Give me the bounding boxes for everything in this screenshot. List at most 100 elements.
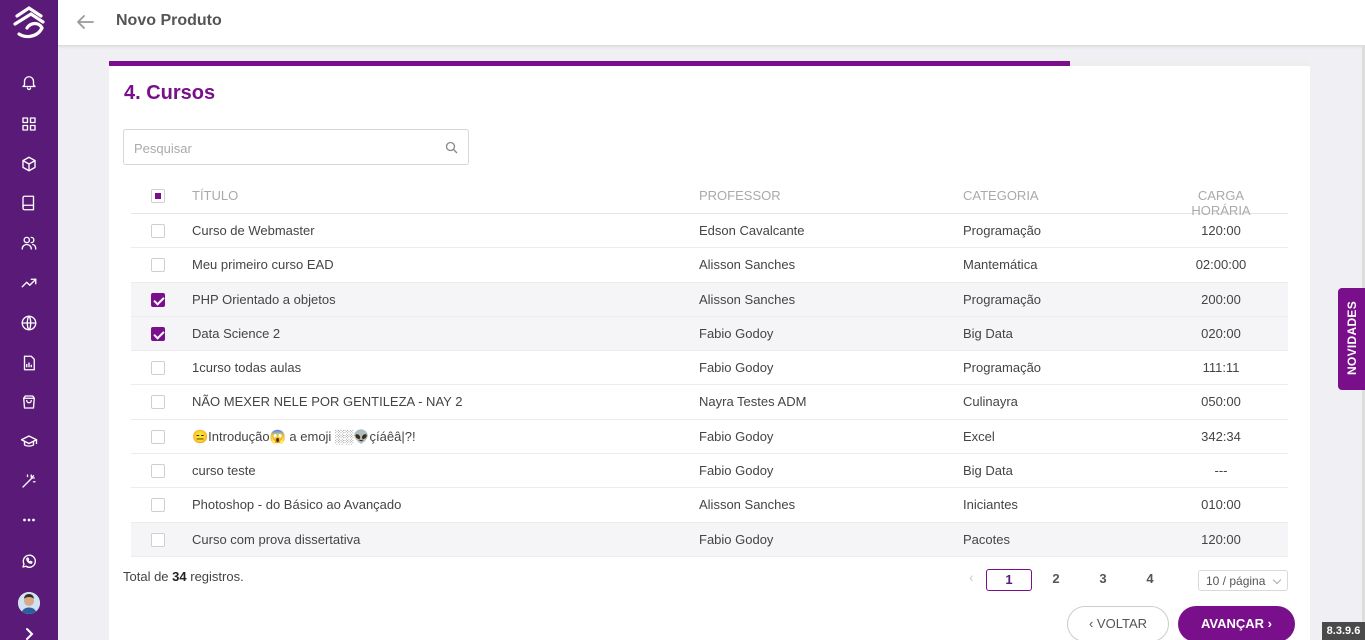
novidades-label: NOVIDADES [1345,300,1359,376]
shopping-bag-icon[interactable] [17,390,41,414]
cell-professor: Fabio Godoy [699,531,774,547]
pagination-prev-icon[interactable]: ‹ [969,569,983,589]
cell-title: Meu primeiro curso EAD [192,257,334,273]
row-checkbox[interactable] [151,258,165,273]
graduation-cap-icon[interactable] [17,430,41,454]
cell-title: Curso de Webmaster [192,223,315,238]
table-row[interactable]: curso teste Fabio Godoy Big Data --- [131,454,1288,489]
cell-title: NÃO MEXER NELE POR GENTILEZA - NAY 2 [192,394,463,410]
table-row[interactable]: Data Science 2 Fabio Godoy Big Data 020:00 [131,316,1288,352]
total-count: 34 [172,569,187,584]
chevron-right-icon: › [1264,616,1273,631]
pagination-page-3[interactable]: 3 [1080,569,1126,591]
row-checkbox[interactable] [151,224,165,238]
section-title: 4. Cursos [124,82,216,104]
trending-icon[interactable] [17,271,41,295]
row-checkbox[interactable] [151,532,165,547]
cell-title: 1curso todas aulas [192,360,302,376]
page-size-select[interactable]: 10 / página [1198,570,1288,591]
cell-category: Excel [963,428,995,444]
back-button[interactable]: ‹ VOLTAR [1067,606,1169,640]
cell-category: Programação [963,291,1042,307]
table-row[interactable]: Curso de Webmaster Edson Cavalcante Progra… [131,214,1288,249]
novidades-tab[interactable]: NOVIDADES [1338,288,1365,390]
cell-hours: 120:00 [1201,531,1241,547]
header-title[interactable]: TÍTULO [192,188,238,203]
search-input[interactable] [134,138,434,158]
cell-category: Mantemática [963,257,1038,273]
logo-icon[interactable] [9,4,49,44]
back-arrow-icon[interactable] [74,11,96,33]
courses-table: TÍTULO PROFESSOR CATEGORIA CARGA HORÁRIA… [131,178,1288,557]
search-field[interactable] [123,129,469,165]
cell-category: Culinayra [963,394,1018,410]
table-row[interactable]: Photoshop - do Básico ao Avançado Alisson… [131,488,1288,523]
cell-category: Pacotes [963,531,1010,547]
cell-professor: Fabio Godoy [699,428,774,444]
row-checkbox[interactable] [151,464,165,479]
cell-professor: Edson Cavalcante [699,223,805,238]
next-button-label: AVANÇAR [1200,616,1265,631]
globe-icon[interactable] [17,311,41,335]
table-row[interactable]: PHP Orientado a objetos Alisson Sanches Pr… [131,282,1288,317]
cell-title: Data Science 2 [192,325,281,341]
table-header: TÍTULO PROFESSOR CATEGORIA CARGA HORÁRIA [131,178,1288,218]
table-row[interactable]: 1curso todas aulas Fabio Godoy Programação… [131,351,1288,386]
sidebar [0,0,58,640]
cell-hours: 02:00:00 [1195,257,1247,273]
book-icon[interactable] [17,191,41,215]
cell-professor: Alisson Sanches [699,257,796,273]
row-checkbox[interactable] [151,395,165,410]
grid-icon[interactable] [17,112,41,136]
search-icon[interactable] [445,141,458,154]
cell-hours: 111:11 [1202,360,1240,376]
cell-title: curso teste [192,463,256,479]
cell-title: PHP Orientado a objetos [192,291,336,307]
row-checkbox[interactable] [151,292,165,307]
row-checkbox[interactable] [151,498,165,513]
page-size-value: 10 / página [1206,574,1266,588]
pagination-page-2[interactable]: 2 [1033,569,1079,591]
header-category[interactable]: CATEGORIA [963,188,1039,203]
cell-title: Photoshop - do Básico ao Avançado [192,497,402,513]
table-row[interactable]: NÃO MEXER NELE POR GENTILEZA - NAY 2 Nayr… [131,385,1288,420]
box-icon[interactable] [17,152,41,176]
whatsapp-icon[interactable] [17,549,41,573]
cell-category: Big Data [963,325,1013,341]
cell-professor: Nayra Testes ADM [699,394,807,410]
report-icon[interactable] [17,351,41,375]
version-badge: 8.3.9.6 [1322,622,1365,640]
select-all-checkbox[interactable] [151,189,165,203]
cell-professor: Fabio Godoy [699,325,774,341]
table-row[interactable]: 😑Introdução😱 a emoji ░░👽çíáêâ|?! Fabio Go… [131,420,1288,455]
cell-hours: 200:00 [1201,291,1241,307]
avatar[interactable] [18,592,40,614]
table-row[interactable]: Curso com prova dissertativa Fabio Godoy P… [131,522,1288,557]
pagination-page-1[interactable]: 1 [986,569,1032,591]
top-bar: Novo Produto [58,0,1365,46]
cell-hours: --- [1214,463,1228,479]
cell-category: Big Data [963,463,1013,479]
back-button-label: VOLTAR [1096,616,1148,631]
row-checkbox[interactable] [151,361,165,376]
row-checkbox[interactable] [151,326,165,341]
row-checkbox[interactable] [151,429,165,444]
magic-wand-icon[interactable] [17,469,41,493]
table-row[interactable]: Meu primeiro curso EAD Alisson Sanches Man… [131,248,1288,283]
cell-title: Curso com prova dissertativa [192,531,361,547]
cell-category: Programação [963,360,1042,376]
cell-hours: 010:00 [1201,497,1241,513]
wizard-progress-bar [109,61,1310,66]
cell-professor: Alisson Sanches [699,497,796,513]
header-professor[interactable]: PROFESSOR [699,188,781,203]
more-icon[interactable] [17,508,41,532]
course-selection-card: 4. Cursos TÍTULO PROFESSOR CATEGORIA CAR… [109,61,1310,640]
cell-hours: 050:00 [1201,394,1241,410]
pagination-page-4[interactable]: 4 [1127,569,1173,591]
wizard-progress-fill [109,61,1070,66]
users-icon[interactable] [17,231,41,255]
next-button[interactable]: AVANÇAR › [1178,606,1295,640]
bell-icon[interactable] [17,70,41,94]
chevron-right-icon[interactable] [20,626,38,640]
total-records: Total de 34 registros. [123,569,244,584]
